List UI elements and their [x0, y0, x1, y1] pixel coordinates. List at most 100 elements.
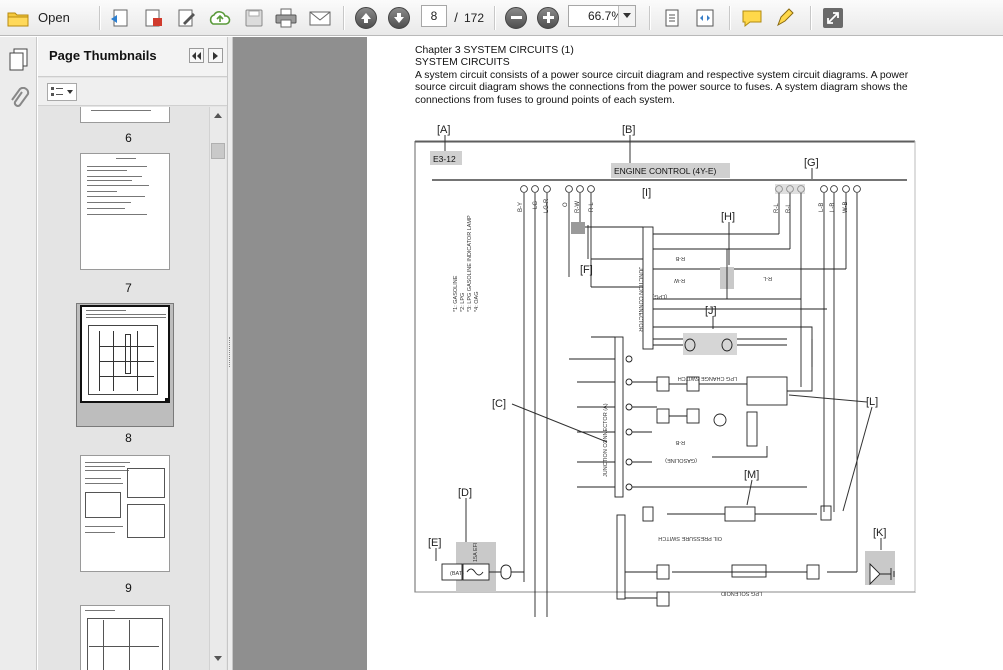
- zoom-value: 66.7%: [587, 9, 623, 23]
- thumbnail-panel: Page Thumbnails 6 7 8 9: [38, 37, 227, 670]
- collapse-panel-button[interactable]: [189, 48, 204, 63]
- wire-label-10: L-B: [830, 203, 836, 212]
- thumbnail-page-6[interactable]: [80, 107, 170, 123]
- callout-j: [J]: [705, 305, 717, 317]
- create-pdf-button[interactable]: [108, 5, 134, 30]
- expand-toolbar-button[interactable]: [820, 5, 846, 30]
- legend-line-1: *1: GASOLINE: [453, 275, 459, 312]
- thumbnail-label-7: 7: [125, 281, 132, 295]
- legend-line-4: *4: OAG: [474, 292, 480, 312]
- scroll-up-arrow-icon[interactable]: [212, 110, 224, 122]
- thumbnail-options-bar: [38, 78, 227, 106]
- page-number-value: 8: [430, 9, 438, 23]
- fuse-rating-label: 15A EFI: [473, 542, 479, 562]
- minus-icon: [505, 6, 527, 29]
- scroll-thumb[interactable]: [211, 143, 225, 159]
- thumbnail-page-8[interactable]: [80, 305, 170, 403]
- wire-label-12: R-B: [675, 255, 685, 261]
- callout-g: [G]: [804, 157, 819, 169]
- wire-label-6: R-L: [589, 202, 595, 212]
- callout-l: [L]: [866, 396, 878, 408]
- wire-label-15: R-L: [763, 275, 772, 281]
- save-button[interactable]: [241, 5, 267, 30]
- full-screen-button[interactable]: [692, 5, 718, 30]
- print-button[interactable]: [273, 5, 299, 30]
- envelope-icon: [309, 11, 331, 25]
- gasoline-label: (GASOLINE): [665, 457, 697, 463]
- print-icon: [275, 8, 297, 27]
- wire-label-8: R-L: [786, 203, 792, 213]
- callout-b: [B]: [622, 124, 635, 136]
- fit-page-icon: [665, 9, 679, 26]
- callout-h: [H]: [721, 211, 735, 223]
- scroll-down-arrow-icon[interactable]: [212, 653, 224, 665]
- arrow-up-icon: [355, 6, 377, 29]
- cloud-upload-icon: [209, 10, 231, 25]
- main-toolbar: Open 8 / 172 66.7%: [0, 0, 1003, 36]
- callout-e: [E]: [428, 537, 441, 549]
- thumbnail-panel-header: Page Thumbnails: [38, 37, 227, 77]
- folder-icon: [7, 12, 29, 26]
- zoom-out-button[interactable]: [503, 5, 529, 30]
- highlight-button[interactable]: [773, 5, 799, 30]
- zoom-select[interactable]: 66.7%: [568, 5, 636, 27]
- page-number-input[interactable]: 8: [421, 5, 447, 27]
- callout-d: [D]: [458, 487, 472, 499]
- open-button[interactable]: Open: [6, 5, 82, 30]
- callout-c: [C]: [492, 398, 506, 410]
- next-page-button[interactable]: [386, 5, 412, 30]
- junction-connector-a-label: JUNCTION CONNECTOR (A): [603, 403, 609, 477]
- page-thumbnails-toggle[interactable]: [8, 47, 30, 73]
- upload-button[interactable]: [207, 5, 233, 30]
- lpg-solenoid-label: LPG SOLENOID: [721, 590, 762, 596]
- wire-label-14: R-W: [673, 277, 685, 283]
- thumbnail-scrollbar[interactable]: [209, 107, 226, 670]
- callout-m: [M]: [744, 469, 759, 481]
- thumbnail-options-button[interactable]: [47, 83, 77, 101]
- callout-i: [I]: [642, 187, 651, 199]
- edit-pdf-button[interactable]: [173, 5, 199, 30]
- page-separator: /: [454, 10, 458, 25]
- wire-label-1: B-Y: [518, 202, 524, 212]
- thumbnail-page-7[interactable]: [80, 153, 170, 270]
- thumbnail-label-9: 9: [125, 581, 132, 595]
- arrow-down-icon: [388, 6, 410, 29]
- legend-line-3: *3: LPG GASOLINE INDICATOR LAMP: [467, 215, 473, 312]
- options-menu-icon: [51, 87, 73, 96]
- oil-pressure-switch-label: OIL PRESSURE SWITCH: [658, 535, 722, 541]
- thumbnail-diagram: [88, 325, 158, 395]
- thumbnail-label-6: 6: [125, 131, 132, 145]
- thumbnail-list: 6 7 8 9: [46, 107, 211, 670]
- speech-bubble-icon: [742, 10, 762, 27]
- panel-title: Page Thumbnails: [49, 48, 157, 63]
- paperclip-icon: [11, 86, 30, 107]
- email-button[interactable]: [307, 5, 333, 30]
- page-total: 172: [463, 10, 485, 25]
- attachments-toggle[interactable]: [8, 86, 30, 113]
- thumbnail-page-10[interactable]: [80, 605, 170, 670]
- chevron-down-icon[interactable]: [618, 6, 635, 26]
- fuse-source-label: (BAT): [450, 571, 464, 577]
- lpg-change-switch-label: LPG CHANGE SWITCH: [678, 375, 737, 381]
- zoom-in-button[interactable]: [535, 5, 561, 30]
- wire-label-4: O: [563, 202, 569, 207]
- fit-page-button[interactable]: [659, 5, 685, 30]
- comment-button[interactable]: [739, 5, 765, 30]
- export-pdf-button[interactable]: [140, 5, 166, 30]
- thumbnail-label-8: 8: [125, 431, 132, 445]
- callout-a: [A]: [437, 124, 450, 136]
- system-title: ENGINE CONTROL (4Y-E): [614, 166, 717, 176]
- expand-icon: [696, 9, 714, 26]
- lpg-label: (LPG): [652, 293, 667, 299]
- pdf-page: Chapter 3 SYSTEM CIRCUITS (1) SYSTEM CIR…: [367, 37, 1003, 670]
- wire-label-13: R-B: [675, 439, 685, 445]
- panel-next-button[interactable]: [208, 48, 223, 63]
- chevron-right-icon: [212, 51, 218, 60]
- double-chevron-left-icon: [191, 51, 201, 60]
- export-pdf-icon: [145, 9, 162, 26]
- previous-page-button[interactable]: [353, 5, 379, 30]
- open-label: Open: [38, 10, 70, 25]
- document-viewport[interactable]: Chapter 3 SYSTEM CIRCUITS (1) SYSTEM CIR…: [233, 37, 1003, 670]
- thumbnail-page-9[interactable]: [80, 455, 170, 572]
- edit-pdf-icon: [178, 9, 195, 26]
